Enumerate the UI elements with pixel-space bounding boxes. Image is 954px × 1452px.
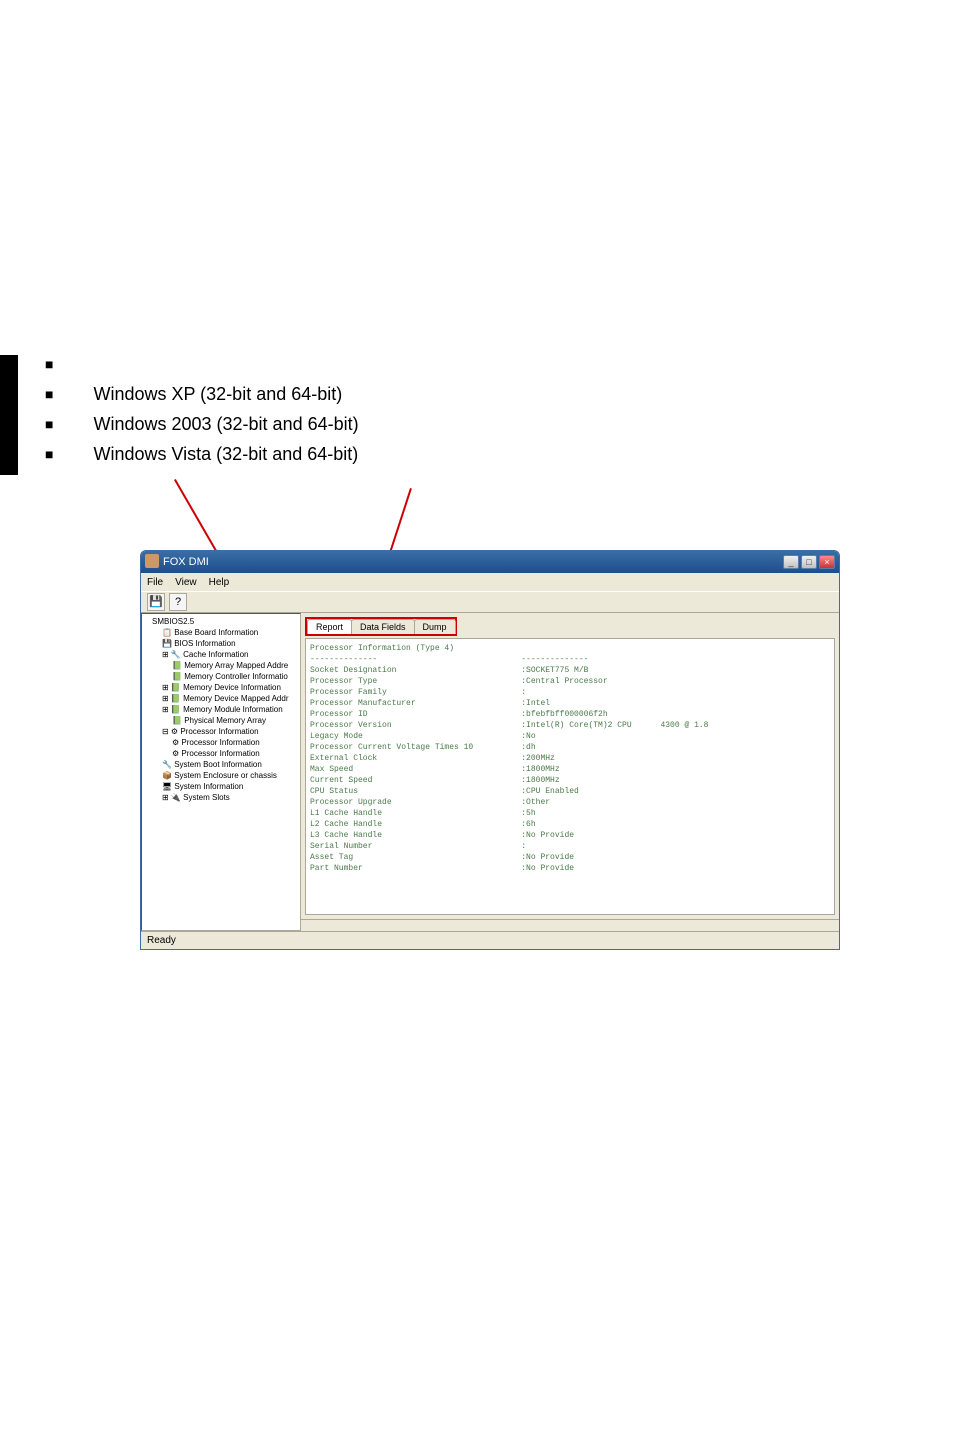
tree-item[interactable]: ⊞ 📗 Memory Device Information — [144, 682, 298, 693]
foxdmi-window: FOX DMI _ □ × File View Help 💾 ? SMBIOS2… — [140, 550, 840, 950]
toolbar: 💾 ? — [141, 591, 839, 613]
tab-report[interactable]: Report — [307, 619, 352, 634]
menu-view[interactable]: View — [175, 577, 197, 588]
os-2003: Windows 2003 (32-bit and 64-bit) — [93, 410, 358, 438]
tree-item[interactable]: ⊞ 📗 Memory Device Mapped Addr — [144, 693, 298, 704]
tree-item[interactable]: ⊞ 🔧 Cache Information — [144, 649, 298, 660]
tabs-highlighted: Report Data Fields Dump — [305, 617, 457, 636]
report-textarea[interactable]: Processor Information (Type 4) ---------… — [305, 638, 835, 915]
menubar: File View Help — [141, 573, 839, 591]
minimize-button[interactable]: _ — [783, 555, 799, 569]
maximize-button[interactable]: □ — [801, 555, 817, 569]
close-button[interactable]: × — [819, 555, 835, 569]
bullet-list: ■ ■Windows XP (32-bit and 64-bit) ■Windo… — [45, 350, 359, 470]
os-vista: Windows Vista (32-bit and 64-bit) — [93, 440, 358, 468]
tree-item[interactable]: 🖥 System Information — [144, 781, 298, 792]
tree-item[interactable]: ⊞ 🔌 System Slots — [144, 792, 298, 803]
tree-panel[interactable]: SMBIOS2.5 📋 Base Board Information 💾 BIO… — [141, 613, 301, 931]
tree-item[interactable]: 🔧 System Boot Information — [144, 759, 298, 770]
menu-file[interactable]: File — [147, 577, 163, 588]
app-icon — [145, 554, 159, 571]
tree-item[interactable]: 📗 Memory Array Mapped Addre — [144, 660, 298, 671]
save-button[interactable]: 💾 — [147, 593, 165, 611]
tab-dump[interactable]: Dump — [414, 619, 456, 634]
side-black-bar — [0, 355, 18, 475]
tree-item[interactable]: ⚙ Processor Information — [144, 748, 298, 759]
window-title: FOX DMI — [163, 556, 209, 568]
tree-item[interactable]: 📦 System Enclosure or chassis — [144, 770, 298, 781]
titlebar[interactable]: FOX DMI _ □ × — [141, 551, 839, 573]
tree-item[interactable]: 📗 Memory Controller Informatio — [144, 671, 298, 682]
menu-help[interactable]: Help — [209, 577, 230, 588]
status-text: Ready — [147, 935, 176, 946]
tree-item[interactable]: 💾 BIOS Information — [144, 638, 298, 649]
tree-item[interactable]: ⊞ 📗 Memory Module Information — [144, 704, 298, 715]
statusbar: Ready — [141, 931, 839, 949]
tree-item[interactable]: 📗 Physical Memory Array — [144, 715, 298, 726]
tree-item[interactable]: 📋 Base Board Information — [144, 627, 298, 638]
tree-item[interactable]: ⊟ ⚙ Processor Information — [144, 726, 298, 737]
tab-datafields[interactable]: Data Fields — [351, 619, 415, 634]
help-button[interactable]: ? — [169, 593, 187, 611]
tree-item-selected[interactable]: ⚙ Processor Information — [144, 737, 298, 748]
os-xp: Windows XP (32-bit and 64-bit) — [93, 380, 342, 408]
tree-root[interactable]: SMBIOS2.5 — [144, 616, 298, 627]
horizontal-scrollbar[interactable] — [301, 919, 839, 931]
